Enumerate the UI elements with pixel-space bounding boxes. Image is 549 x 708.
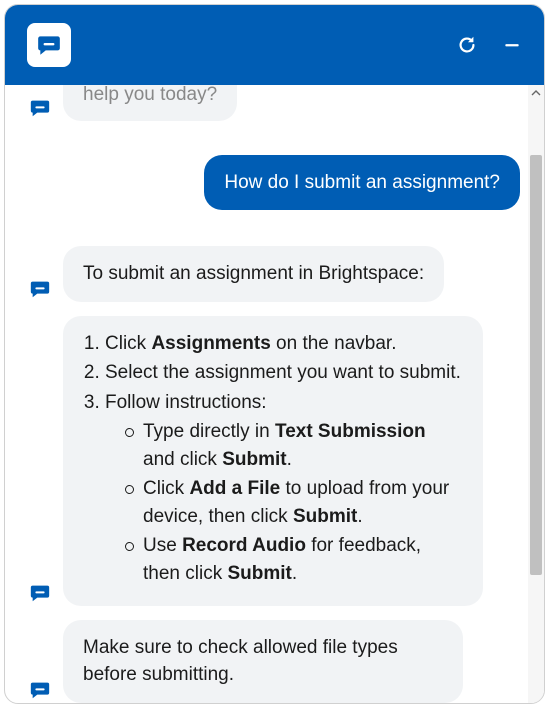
bot-avatar-header	[27, 23, 71, 67]
chat-widget: help you today? How do I submit an assig…	[4, 4, 545, 704]
list-item: Follow instructions: Type directly in Te…	[105, 389, 461, 588]
steps-list: Click Assignments on the navbar. Select …	[83, 330, 461, 588]
bot-avatar-inline	[27, 677, 53, 703]
user-message: How do I submit an assignment?	[204, 155, 520, 211]
chat-bubble-icon	[36, 32, 62, 58]
chat-bubble-icon	[29, 582, 51, 604]
bot-message: Make sure to check allowed file types be…	[63, 620, 463, 703]
chat-header	[5, 5, 544, 85]
message-text: Make sure to check allowed file types be…	[83, 637, 398, 686]
bot-avatar-inline	[27, 95, 53, 121]
bot-message-steps: Click Assignments on the navbar. Select …	[63, 316, 483, 606]
bot-avatar-inline	[27, 580, 53, 606]
chat-bubble-icon	[29, 679, 51, 701]
message-row: To submit an assignment in Brightspace:	[27, 246, 520, 302]
message-text: How do I submit an assignment?	[224, 172, 500, 193]
refresh-button[interactable]	[456, 34, 478, 56]
chat-bubble-icon	[29, 97, 51, 119]
list-item: Click Assignments on the navbar.	[105, 330, 461, 358]
scroll-up-icon[interactable]	[528, 85, 544, 101]
message-list: help you today? How do I submit an assig…	[5, 85, 544, 704]
chat-bubble-icon	[29, 278, 51, 300]
refresh-icon	[456, 34, 478, 56]
list-item: Select the assignment you want to submit…	[105, 359, 461, 387]
scrollbar-thumb[interactable]	[530, 155, 542, 575]
bot-avatar-inline	[27, 276, 53, 302]
list-item: Click Add a File to upload from your dev…	[125, 475, 461, 530]
minimize-button[interactable]	[502, 35, 522, 55]
sub-list: Type directly in Text Submission and cli…	[105, 418, 461, 587]
list-item: Use Record Audio for feedback, then clic…	[125, 532, 461, 587]
message-text: To submit an assignment in Brightspace:	[83, 263, 424, 284]
message-row: help you today?	[27, 85, 520, 121]
message-text: help you today?	[83, 85, 217, 105]
header-left	[27, 23, 71, 67]
scrollbar[interactable]	[528, 85, 544, 704]
message-row: How do I submit an assignment?	[27, 155, 520, 211]
header-right	[456, 34, 522, 56]
message-row: Make sure to check allowed file types be…	[27, 620, 520, 703]
minimize-icon	[502, 35, 522, 55]
list-item: Type directly in Text Submission and cli…	[125, 418, 461, 473]
bot-message: To submit an assignment in Brightspace:	[63, 246, 444, 302]
message-row: Click Assignments on the navbar. Select …	[27, 316, 520, 606]
bot-message-partial: help you today?	[63, 85, 237, 121]
scroll-down-icon[interactable]	[528, 701, 544, 704]
chat-body: help you today? How do I submit an assig…	[5, 85, 544, 704]
